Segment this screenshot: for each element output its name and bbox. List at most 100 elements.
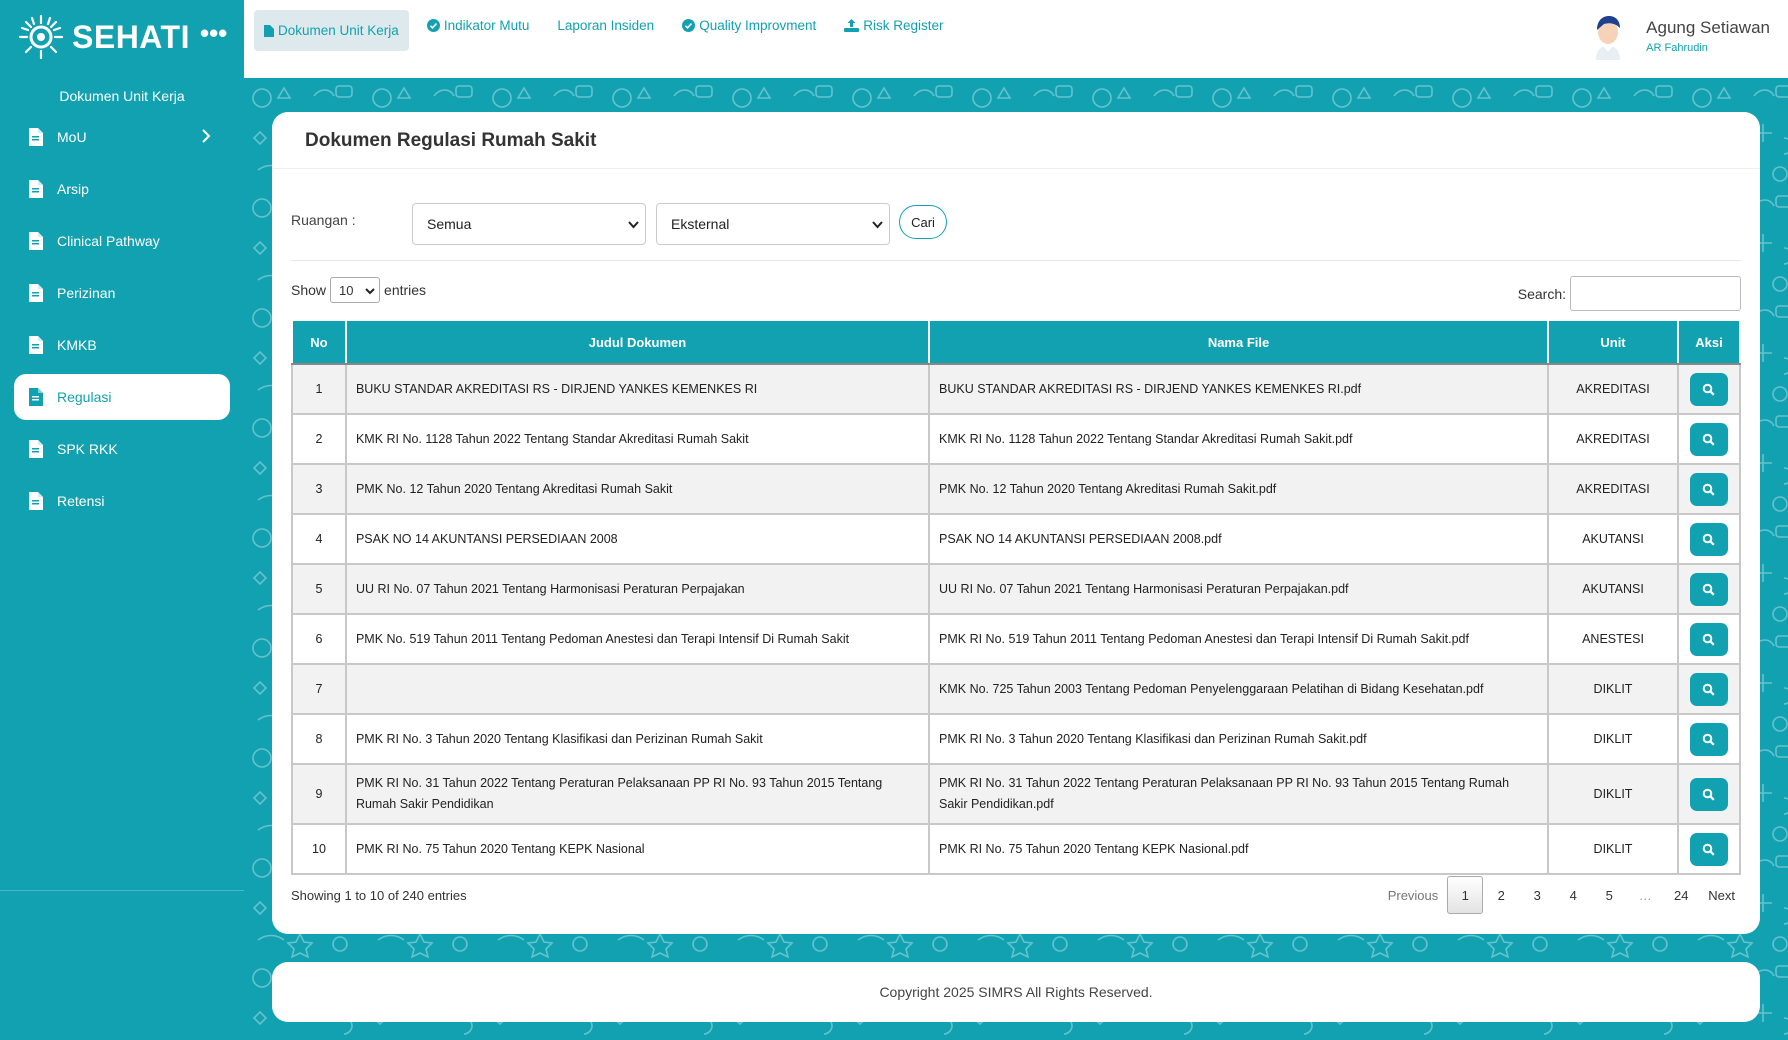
- tipe-select[interactable]: Eksternal: [656, 203, 890, 245]
- cell-no: 3: [291, 463, 347, 515]
- cell-aksi: [1676, 763, 1742, 825]
- pagination-next[interactable]: Next: [1699, 876, 1744, 914]
- document-icon: [29, 232, 43, 250]
- view-document-button[interactable]: [1689, 832, 1728, 866]
- document-icon: [29, 336, 43, 354]
- search-icon: [1703, 383, 1716, 396]
- search-input[interactable]: [1570, 276, 1741, 311]
- tab-label: Quality Improvment: [699, 17, 817, 33]
- tab-indikator-mutu[interactable]: Indikator Mutu: [417, 10, 540, 40]
- sidebar-item-kmkb[interactable]: KMKB: [14, 322, 230, 368]
- divider: [272, 168, 1760, 169]
- column-header-nama-file[interactable]: Nama File: [928, 319, 1550, 365]
- tab-risk-register[interactable]: Risk Register: [834, 10, 953, 40]
- cell-no: 6: [291, 613, 347, 665]
- tab-quality-improvment[interactable]: Quality Improvment: [672, 10, 826, 40]
- brand-name: SEHATI: [72, 18, 190, 55]
- column-header-unit[interactable]: Unit: [1547, 319, 1679, 365]
- view-document-button[interactable]: [1689, 522, 1728, 556]
- user-name: Agung Setiawan: [1646, 18, 1770, 37]
- cell-aksi: [1676, 613, 1742, 665]
- user-menu[interactable]: Agung Setiawan AR Fahrudin: [1588, 12, 1770, 60]
- upload-icon: [844, 18, 860, 32]
- cell-aksi: [1676, 513, 1742, 565]
- check-circle-icon: [426, 18, 440, 32]
- pagination-page-last[interactable]: 24: [1663, 876, 1699, 914]
- table-row: 6 PMK No. 519 Tahun 2011 Tentang Pedoman…: [291, 613, 1742, 665]
- sidebar-item-label: Perizinan: [57, 285, 116, 301]
- sidebar-item-retensi[interactable]: Retensi: [14, 478, 230, 524]
- cell-judul: KMK RI No. 1128 Tahun 2022 Tentang Stand…: [344, 413, 931, 465]
- view-document-button[interactable]: [1689, 672, 1728, 706]
- search-icon: [1703, 683, 1716, 696]
- pagination-previous[interactable]: Previous: [1379, 876, 1448, 914]
- sidebar-item-clinical-pathway[interactable]: Clinical Pathway: [14, 218, 230, 264]
- column-header-judul-dokumen[interactable]: Judul Dokumen: [344, 319, 931, 365]
- cell-unit: AKREDITASI: [1547, 363, 1679, 415]
- view-document-button[interactable]: [1689, 422, 1728, 456]
- tab-label: Indikator Mutu: [443, 17, 530, 33]
- entries-select[interactable]: 10: [330, 277, 381, 303]
- view-document-button[interactable]: [1689, 777, 1728, 811]
- cell-file: PMK RI No. 31 Tahun 2022 Tentang Peratur…: [928, 763, 1550, 825]
- cell-unit: ANESTESI: [1547, 613, 1679, 665]
- cell-judul: PMK No. 519 Tahun 2011 Tentang Pedoman A…: [344, 613, 931, 665]
- muhammadiyah-sun-logo: [18, 14, 64, 60]
- sidebar-item-regulasi[interactable]: Regulasi: [14, 374, 230, 420]
- search-icon: [1703, 433, 1716, 446]
- pagination-page-1[interactable]: 1: [1447, 876, 1484, 914]
- view-document-button[interactable]: [1689, 472, 1728, 506]
- sidebar-divider: [0, 890, 244, 891]
- sidebar-item-label: Clinical Pathway: [57, 233, 160, 249]
- chevron-down-icon: [872, 221, 883, 229]
- pagination-page-5[interactable]: 5: [1591, 876, 1627, 914]
- user-subtitle: AR Fahrudin: [1646, 42, 1708, 54]
- cell-unit: AKUTANSI: [1547, 563, 1679, 615]
- footer: Copyright 2025 SIMRS All Rights Reserved…: [272, 962, 1760, 1022]
- brand: SEHATI •••: [0, 0, 244, 74]
- table-row: 1 BUKU STANDAR AKREDITASI RS - DIRJEND Y…: [291, 363, 1742, 415]
- view-document-button[interactable]: [1689, 372, 1728, 406]
- pagination-page-3[interactable]: 3: [1519, 876, 1555, 914]
- table-row: 9 PMK RI No. 31 Tahun 2022 Tentang Perat…: [291, 763, 1742, 825]
- tab-laporan-insiden[interactable]: Laporan Insiden: [547, 10, 664, 40]
- table-row: 10 PMK RI No. 75 Tahun 2020 Tentang KEPK…: [291, 823, 1742, 875]
- tipe-select-value: Eksternal: [671, 216, 730, 232]
- search-icon: [1703, 483, 1716, 496]
- view-document-button[interactable]: [1689, 722, 1728, 756]
- sidebar-item-arsip[interactable]: Arsip: [14, 166, 230, 212]
- search-icon: [1703, 733, 1716, 746]
- column-header-no[interactable]: No: [291, 319, 347, 365]
- cell-unit: AKREDITASI: [1547, 413, 1679, 465]
- sidebar-item-mou[interactable]: MoU: [14, 114, 230, 160]
- user-avatar-icon: [1596, 16, 1621, 60]
- view-document-button[interactable]: [1689, 622, 1728, 656]
- cell-aksi: [1676, 663, 1742, 715]
- cell-file: KMK No. 725 Tahun 2003 Tentang Pedoman P…: [928, 663, 1550, 715]
- sidebar-item-label: SPK RKK: [57, 441, 118, 457]
- cari-button[interactable]: Cari: [899, 205, 947, 239]
- cell-judul: PMK No. 12 Tahun 2020 Tentang Akreditasi…: [344, 463, 931, 515]
- sidebar-item-perizinan[interactable]: Perizinan: [14, 270, 230, 316]
- cell-aksi: [1676, 413, 1742, 465]
- cell-file: UU RI No. 07 Tahun 2021 Tentang Harmonis…: [928, 563, 1550, 615]
- cell-unit: DIKLIT: [1547, 663, 1679, 715]
- cell-unit: DIKLIT: [1547, 823, 1679, 875]
- view-document-button[interactable]: [1689, 572, 1728, 606]
- tab-label: Dokumen Unit Kerja: [278, 23, 399, 38]
- cell-unit: AKREDITASI: [1547, 463, 1679, 515]
- tab-dokumen-unit-kerja[interactable]: Dokumen Unit Kerja: [254, 10, 409, 51]
- search-icon: [1703, 533, 1716, 546]
- sidebar-item-spk-rkk[interactable]: SPK RKK: [14, 426, 230, 472]
- pagination-page-4[interactable]: 4: [1555, 876, 1591, 914]
- cell-no: 2: [291, 413, 347, 465]
- table-row: 2 KMK RI No. 1128 Tahun 2022 Tentang Sta…: [291, 413, 1742, 465]
- column-header-aksi: Aksi: [1676, 319, 1742, 365]
- more-dots-icon[interactable]: •••: [200, 18, 227, 49]
- ruangan-select[interactable]: Semua: [412, 203, 646, 245]
- sidebar-item-label: Retensi: [57, 493, 105, 509]
- show-label: Show: [291, 282, 327, 298]
- pagination-page-2[interactable]: 2: [1483, 876, 1519, 914]
- sidebar-heading: Dokumen Unit Kerja: [59, 88, 185, 104]
- table-header-row: No Judul Dokumen Nama File Unit Aksi: [291, 319, 1742, 365]
